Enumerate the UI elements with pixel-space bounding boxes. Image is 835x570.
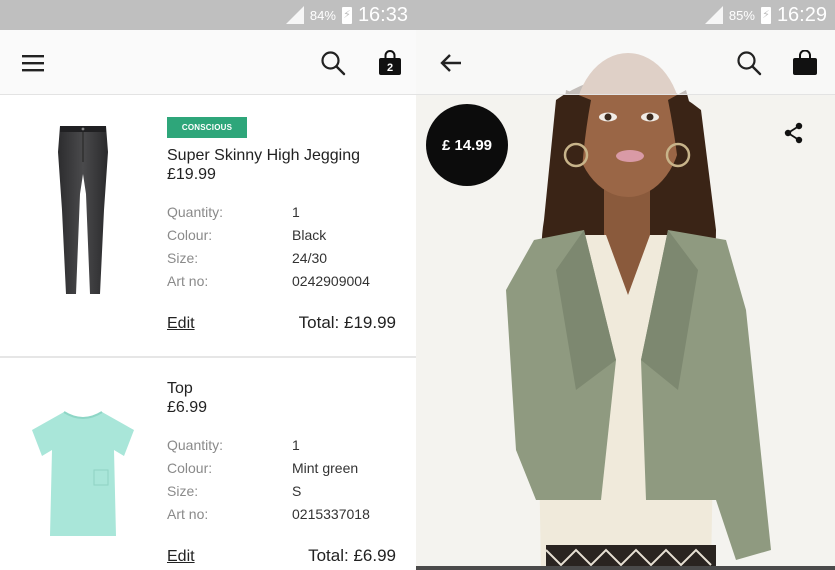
colour-value: Black bbox=[292, 227, 327, 243]
item-total: Total: £6.99 bbox=[308, 546, 396, 565]
cart-item: Top £6.99 Quantity: 1 Colour: Mint green… bbox=[0, 358, 416, 570]
signal-icon bbox=[704, 6, 723, 24]
art-no-label: Art no: bbox=[167, 506, 209, 522]
shopping-bag-icon: 2 bbox=[378, 50, 402, 76]
product-detail-screen: 85% 16:29 £ 14.99 bbox=[416, 0, 835, 570]
shopping-bag-screen: 84% 16:33 2 bbox=[0, 0, 416, 570]
colour-label: Colour: bbox=[167, 227, 213, 243]
price-badge: £ 14.99 bbox=[426, 104, 508, 186]
arrow-back-icon[interactable] bbox=[436, 48, 466, 78]
art-no-label: Art no: bbox=[167, 273, 209, 289]
quantity-value: 1 bbox=[292, 204, 300, 220]
art-no-value: 0242909004 bbox=[292, 273, 370, 289]
signal-icon bbox=[285, 6, 304, 24]
search-icon[interactable] bbox=[318, 48, 348, 78]
image-divider bbox=[416, 566, 835, 570]
shopping-bag-icon[interactable] bbox=[790, 48, 820, 78]
colour-label: Colour: bbox=[167, 460, 213, 476]
bag-count-badge: 2 bbox=[386, 62, 394, 74]
quantity-label: Quantity: bbox=[167, 204, 224, 220]
edit-link[interactable]: Edit bbox=[167, 548, 195, 566]
item-price: £19.99 bbox=[167, 166, 216, 183]
edit-link[interactable]: Edit bbox=[167, 315, 195, 333]
colour-value: Mint green bbox=[292, 460, 359, 476]
quantity-label: Quantity: bbox=[167, 437, 224, 453]
item-name[interactable]: Super Skinny High Jegging bbox=[167, 147, 360, 165]
item-total: Total: £19.99 bbox=[298, 313, 396, 332]
size-label: Size: bbox=[167, 483, 199, 499]
cart-item: CONSCIOUS Super Skinny High Jegging £19.… bbox=[0, 96, 416, 356]
app-bar: 2 bbox=[0, 30, 416, 95]
jeggings-product-image[interactable] bbox=[48, 122, 120, 298]
hamburger-menu-icon[interactable] bbox=[18, 48, 48, 78]
status-bar: 84% 16:33 bbox=[0, 0, 416, 30]
size-value: S bbox=[292, 483, 302, 499]
app-bar bbox=[416, 30, 835, 95]
quantity-value: 1 bbox=[292, 437, 300, 453]
status-time: 16:29 bbox=[776, 3, 827, 26]
battery-percent: 85% bbox=[728, 7, 755, 23]
status-time: 16:33 bbox=[357, 3, 408, 26]
size-value: 24/30 bbox=[292, 250, 328, 266]
size-label: Size: bbox=[167, 250, 199, 266]
battery-charging-icon bbox=[341, 6, 352, 24]
shopping-bag-button[interactable]: 2 bbox=[375, 48, 405, 78]
share-icon[interactable] bbox=[783, 122, 805, 144]
top-product-image[interactable] bbox=[26, 408, 140, 538]
conscious-badge: CONSCIOUS bbox=[167, 117, 247, 138]
item-name[interactable]: Top bbox=[167, 380, 193, 398]
item-price: £6.99 bbox=[167, 399, 208, 416]
art-no-value: 0215337018 bbox=[292, 506, 370, 522]
battery-charging-icon bbox=[760, 6, 771, 24]
battery-percent: 84% bbox=[309, 7, 336, 23]
search-icon[interactable] bbox=[734, 48, 764, 78]
status-bar: 85% 16:29 bbox=[416, 0, 835, 30]
